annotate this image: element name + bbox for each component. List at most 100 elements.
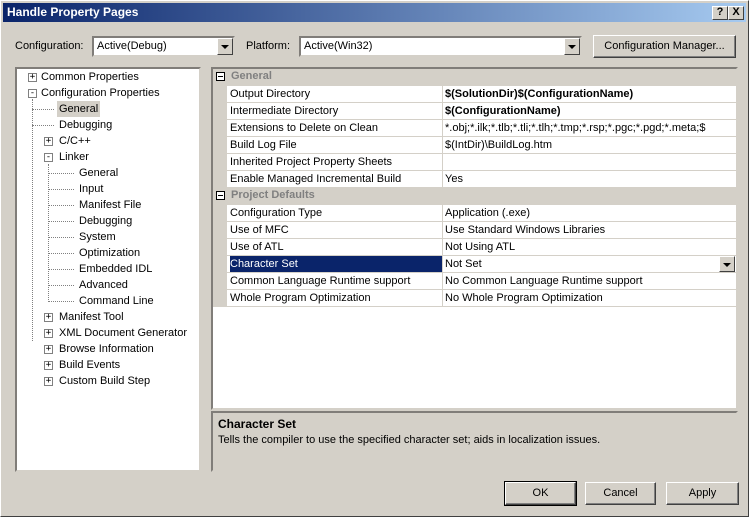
property-name: Whole Program Optimization <box>230 292 371 304</box>
property-row[interactable]: Whole Program Optimization No Whole Prog… <box>213 290 736 307</box>
tree-connector <box>48 189 74 190</box>
cancel-button[interactable]: Cancel <box>585 482 656 505</box>
column-separator <box>442 256 443 272</box>
expand-icon[interactable]: + <box>44 137 53 146</box>
property-value[interactable]: Application (.exe) <box>445 205 736 221</box>
tree-item-c-cpp[interactable]: C/C++ <box>59 133 91 149</box>
column-separator <box>442 86 443 102</box>
tree-item-linker-input[interactable]: Input <box>79 181 103 197</box>
property-tree[interactable]: + Common Properties - Configuration Prop… <box>15 67 201 472</box>
tree-item-linker-command-line[interactable]: Command Line <box>79 293 154 309</box>
property-value[interactable]: Not Using ATL <box>445 239 736 255</box>
property-row[interactable]: Inherited Project Property Sheets <box>213 154 736 171</box>
property-row[interactable]: Use of ATL Not Using ATL <box>213 239 736 256</box>
row-gutter <box>213 273 227 290</box>
category-general[interactable]: General <box>213 69 736 86</box>
expand-icon[interactable]: + <box>44 329 53 338</box>
configuration-value: Active(Debug) <box>97 40 167 52</box>
configuration-label: Configuration: <box>15 40 84 52</box>
tree-item-manifest-tool[interactable]: Manifest Tool <box>59 309 124 325</box>
tree-item-general[interactable]: General <box>57 101 101 117</box>
tree-connector <box>48 221 74 222</box>
column-separator <box>442 239 443 255</box>
property-row[interactable]: Configuration Type Application (.exe) <box>213 205 736 222</box>
tree-item-linker-general[interactable]: General <box>79 165 118 181</box>
tree-item-linker[interactable]: Linker <box>59 149 89 165</box>
description-title: Character Set <box>218 417 297 431</box>
platform-label: Platform: <box>246 40 291 52</box>
property-value-dropdown[interactable]: Not Set <box>445 256 736 272</box>
property-value[interactable]: $(IntDir)\BuildLog.htm <box>445 137 736 153</box>
tree-item-linker-embedded-idl[interactable]: Embedded IDL <box>79 261 152 277</box>
title-bar[interactable]: Handle Property Pages ? X <box>3 3 746 22</box>
tree-item-common-properties[interactable]: Common Properties <box>41 69 139 85</box>
close-button[interactable]: X <box>728 6 744 20</box>
tree-item-browse-information[interactable]: Browse Information <box>59 341 154 357</box>
row-gutter <box>213 256 227 273</box>
property-name: Common Language Runtime support <box>230 275 411 287</box>
expand-icon[interactable]: + <box>44 313 53 322</box>
tree-item-linker-debugging[interactable]: Debugging <box>79 213 132 229</box>
property-value[interactable] <box>445 154 736 170</box>
expand-icon[interactable]: + <box>44 361 53 370</box>
row-gutter <box>213 120 227 137</box>
property-row[interactable]: Output Directory $(SolutionDir)$(Configu… <box>213 86 736 103</box>
collapse-icon[interactable] <box>216 191 225 200</box>
column-separator <box>442 120 443 136</box>
tree-item-linker-manifest-file[interactable]: Manifest File <box>79 197 141 213</box>
chevron-down-icon[interactable] <box>719 256 735 272</box>
property-value[interactable]: No Common Language Runtime support <box>445 273 736 289</box>
property-value[interactable]: $(ConfigurationName) <box>445 103 736 119</box>
help-button[interactable]: ? <box>712 6 728 20</box>
property-name: Configuration Type <box>230 207 323 219</box>
category-name: Project Defaults <box>231 189 315 201</box>
configuration-dropdown[interactable]: Active(Debug) <box>92 36 235 57</box>
tree-connector <box>48 205 74 206</box>
collapse-icon[interactable] <box>216 72 225 81</box>
chevron-down-icon[interactable] <box>564 38 580 55</box>
column-separator <box>442 137 443 153</box>
tree-connector <box>48 237 74 238</box>
tree-item-debugging[interactable]: Debugging <box>59 117 112 133</box>
expand-icon[interactable]: + <box>44 345 53 354</box>
category-project-defaults[interactable]: Project Defaults <box>213 188 736 205</box>
tree-item-linker-advanced[interactable]: Advanced <box>79 277 128 293</box>
property-pages-window: Handle Property Pages ? X Configuration:… <box>0 0 749 517</box>
collapse-icon[interactable]: - <box>44 153 53 162</box>
description-text: Tells the compiler to use the specified … <box>218 434 601 446</box>
row-gutter <box>213 154 227 171</box>
property-value[interactable]: No Whole Program Optimization <box>445 290 736 306</box>
configuration-manager-button[interactable]: Configuration Manager... <box>593 35 736 58</box>
tree-item-xml-document-generator[interactable]: XML Document Generator <box>59 325 187 341</box>
ok-button[interactable]: OK <box>504 481 577 506</box>
property-value[interactable]: Yes <box>445 171 736 187</box>
property-grid[interactable]: General Output Directory $(SolutionDir)$… <box>211 67 738 410</box>
property-row[interactable]: Common Language Runtime support No Commo… <box>213 273 736 290</box>
tree-item-custom-build-step[interactable]: Custom Build Step <box>59 373 150 389</box>
tree-item-configuration-properties[interactable]: Configuration Properties <box>41 85 160 101</box>
property-row[interactable]: Build Log File $(IntDir)\BuildLog.htm <box>213 137 736 154</box>
platform-dropdown[interactable]: Active(Win32) <box>299 36 582 57</box>
tree-item-build-events[interactable]: Build Events <box>59 357 120 373</box>
property-row[interactable]: Enable Managed Incremental Build Yes <box>213 171 736 188</box>
chevron-down-icon[interactable] <box>217 38 233 55</box>
column-separator <box>442 154 443 170</box>
description-panel: Character Set Tells the compiler to use … <box>211 411 738 472</box>
row-gutter <box>213 137 227 154</box>
property-row-selected[interactable]: Character Set Not Set <box>213 256 736 273</box>
apply-button[interactable]: Apply <box>666 482 739 505</box>
collapse-icon[interactable]: - <box>28 89 37 98</box>
tree-item-linker-system[interactable]: System <box>79 229 116 245</box>
property-value[interactable]: $(SolutionDir)$(ConfigurationName) <box>445 86 736 102</box>
property-value[interactable]: *.obj;*.ilk;*.tlb;*.tli;*.tlh;*.tmp;*.rs… <box>445 120 736 136</box>
expand-icon[interactable]: + <box>44 377 53 386</box>
row-gutter <box>213 290 227 307</box>
platform-value: Active(Win32) <box>304 40 373 52</box>
property-value[interactable]: Use Standard Windows Libraries <box>445 222 736 238</box>
tree-item-linker-optimization[interactable]: Optimization <box>79 245 140 261</box>
property-row[interactable]: Extensions to Delete on Clean *.obj;*.il… <box>213 120 736 137</box>
property-row[interactable]: Use of MFC Use Standard Windows Librarie… <box>213 222 736 239</box>
property-row[interactable]: Intermediate Directory $(ConfigurationNa… <box>213 103 736 120</box>
expand-icon[interactable]: + <box>28 73 37 82</box>
row-gutter <box>213 222 227 239</box>
